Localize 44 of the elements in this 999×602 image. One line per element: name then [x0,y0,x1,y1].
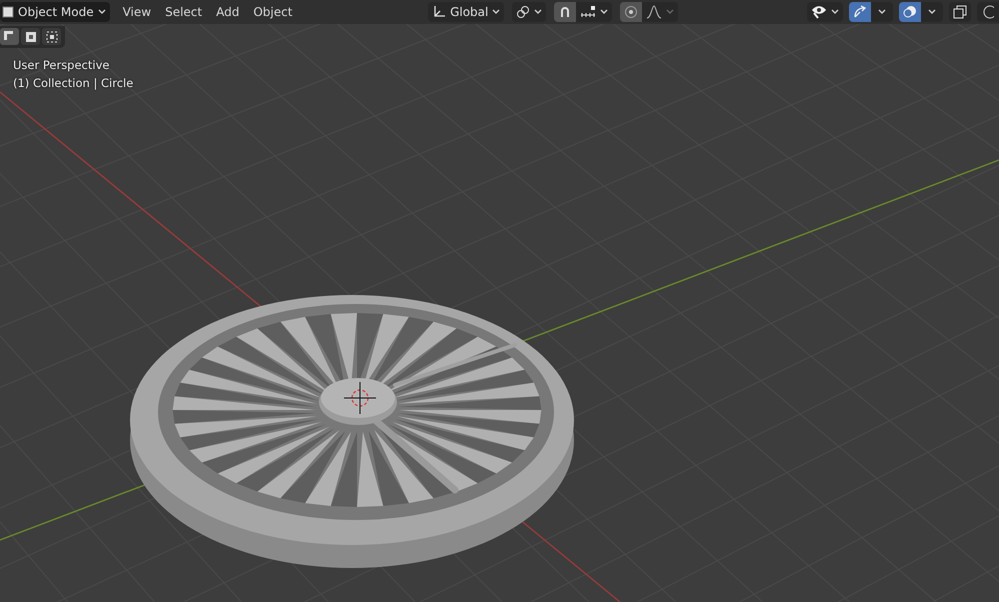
menu-item[interactable]: View [116,2,158,22]
caret-icon [98,9,106,15]
caret-icon [492,9,500,15]
menu-item[interactable]: Select [158,2,210,22]
square-icon [953,5,967,19]
caret-icon [928,9,936,15]
visibility-dropdown[interactable] [807,2,843,22]
caret-icon [831,9,839,15]
caret-icon [600,9,608,15]
overlays-dropdown[interactable] [921,2,943,22]
arc-arrow-icon [853,5,867,19]
falloff-dropdown[interactable] [642,2,678,22]
dashed-square-icon [46,30,58,42]
proportional-edit-toggle[interactable] [620,2,642,22]
link-icon [516,5,530,19]
menu-item[interactable]: Object [246,2,300,22]
overlays-toggle[interactable] [899,2,921,22]
snap-toggle[interactable] [554,2,576,22]
caret-icon [666,9,674,15]
select-mode-button[interactable] [0,28,19,45]
gizmo-toggle[interactable] [849,2,871,22]
target-icon [624,5,638,19]
shading-button[interactable] [977,2,999,22]
caret-icon [878,9,886,15]
xray-toggle[interactable] [949,2,971,22]
eye-icon [811,5,827,19]
overlapping-circles-icon [903,5,917,19]
square-icon [24,30,36,42]
gizmo-dropdown[interactable] [871,2,893,22]
axes-icon [432,5,446,19]
square-icon [4,30,16,42]
collection-label: (1) Collection | Circle [13,76,134,90]
caret-icon [534,9,542,15]
snap-target-dropdown[interactable] [576,2,612,22]
select-mode-button[interactable] [42,28,61,45]
curve-icon [646,5,662,19]
pivot-dropdown[interactable] [512,2,546,22]
increment-icon [580,5,596,19]
orientation-dropdown[interactable]: Global [428,2,504,22]
menu-item[interactable]: Add [209,2,246,22]
cube-icon [2,6,14,18]
select-mode-button[interactable] [21,28,40,45]
mode-dropdown[interactable]: Object Mode [0,2,110,22]
view-name-label: User Perspective [13,58,110,72]
